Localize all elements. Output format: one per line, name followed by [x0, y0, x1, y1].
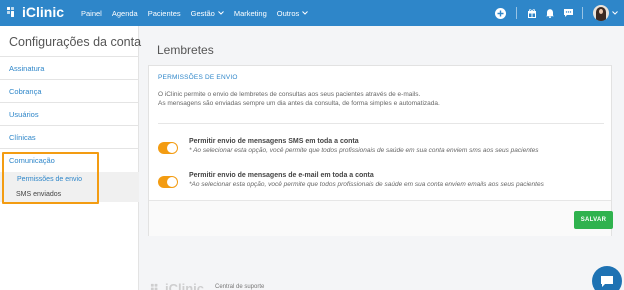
nav-label: Painel: [81, 8, 102, 18]
logo-mark-icon: [150, 283, 158, 290]
sms-option-title: Permitir envio de mensagens SMS em toda …: [189, 138, 359, 145]
nav-item-pacientes[interactable]: Pacientes: [148, 9, 181, 18]
save-button[interactable]: SALVAR: [574, 211, 613, 229]
email-option-note: *Ao selecionar esta opção, você permite …: [189, 181, 544, 188]
toolbar-divider: [516, 7, 517, 19]
toggle-knob: [167, 143, 177, 153]
sms-option-note: * Ao selecionar esta opção, você permite…: [189, 147, 539, 154]
messages-button[interactable]: [563, 8, 574, 18]
toolbar-divider: [582, 7, 583, 19]
nav-item-marketing[interactable]: Marketing: [234, 9, 267, 18]
email-toggle[interactable]: [158, 176, 178, 188]
chevron-down-icon: [612, 11, 618, 15]
chevron-down-icon: [302, 11, 309, 15]
permissions-card: PERMISSÕES DE ENVIO O iClinic permite o …: [148, 65, 613, 236]
chevron-down-icon: [217, 11, 224, 15]
chat-widget-button[interactable]: [592, 266, 622, 290]
chat-icon: [564, 9, 573, 17]
sidebar-divider: [0, 148, 139, 149]
sidebar-title: Configurações da conta: [9, 35, 142, 49]
gift-button[interactable]: [527, 8, 537, 18]
plus-circle-icon: [495, 7, 506, 19]
logo-text: iClinic: [22, 4, 65, 20]
footer-logo-text: iClinic: [165, 281, 205, 290]
sidebar-item-usuarios[interactable]: Usuários: [9, 110, 39, 119]
nav-label: Outros: [276, 8, 300, 18]
sidebar-divider: [0, 56, 139, 57]
nav-label: Agenda: [111, 8, 138, 18]
logo-mark-icon: [7, 7, 14, 17]
page-title: Lembretes: [157, 43, 214, 57]
support-link[interactable]: Central de suporte: [215, 284, 264, 290]
sidebar-divider: [0, 125, 139, 126]
sidebar-divider: [0, 79, 139, 80]
app-logo[interactable]: iClinic: [6, 4, 64, 20]
nav-item-gestao[interactable]: Gestão: [191, 9, 224, 18]
chat-bubble-icon: [601, 275, 613, 287]
add-button[interactable]: [495, 7, 506, 19]
nav-label: Pacientes: [147, 8, 181, 18]
sms-toggle[interactable]: [158, 142, 178, 154]
user-menu[interactable]: [593, 5, 618, 21]
main-nav: Painel Agenda Pacientes Gestão Marketing…: [81, 0, 318, 26]
nav-item-agenda[interactable]: Agenda: [112, 9, 138, 18]
top-right-tools: [495, 0, 624, 26]
sidebar-item-cobranca[interactable]: Cobrança: [9, 87, 42, 96]
gift-icon: [528, 9, 536, 18]
card-header: PERMISSÕES DE ENVIO: [158, 74, 238, 81]
settings-sidebar: Configurações da conta Assinatura Cobran…: [0, 26, 142, 290]
toggle-knob: [167, 177, 177, 187]
avatar: [593, 5, 609, 21]
sidebar-item-assinatura[interactable]: Assinatura: [9, 64, 44, 73]
card-description: As mensagens são enviadas sempre um dia …: [158, 100, 440, 107]
card-footer: SALVAR: [149, 200, 613, 236]
card-divider: [158, 123, 604, 124]
card-description: O iClinic permite o envio de lembretes d…: [158, 91, 421, 98]
email-option-title: Permitir envio de mensagens de e-mail em…: [189, 172, 374, 179]
nav-label: Marketing: [233, 8, 267, 18]
notifications-button[interactable]: [545, 8, 555, 18]
bell-icon: [546, 9, 554, 18]
top-navbar: iClinic Painel Agenda Pacientes Gestão M…: [0, 0, 624, 26]
footer-logo: iClinic: [150, 281, 204, 290]
nav-item-outros[interactable]: Outros: [277, 9, 309, 18]
sidebar-item-clinicas[interactable]: Clínicas: [9, 133, 36, 142]
highlight-frame: [2, 152, 99, 204]
nav-label: Gestão: [190, 8, 215, 18]
sidebar-divider: [0, 102, 139, 103]
nav-item-painel[interactable]: Painel: [81, 9, 102, 18]
